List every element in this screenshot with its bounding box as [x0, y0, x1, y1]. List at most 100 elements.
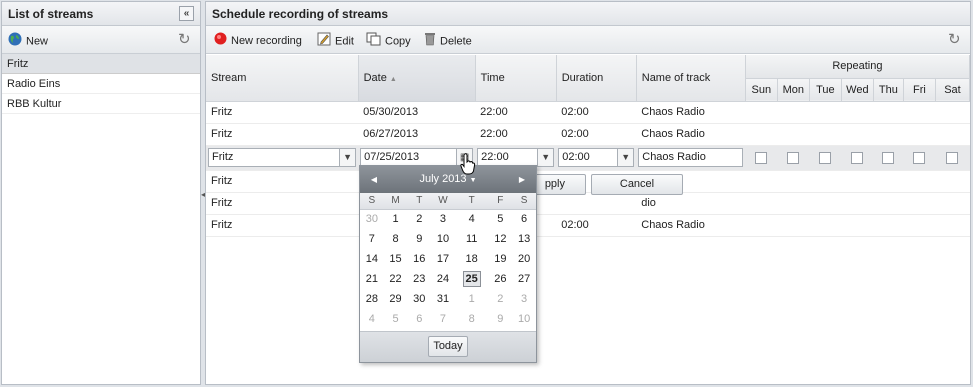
- calendar-day[interactable]: 21: [360, 269, 384, 289]
- month-dropdown-icon[interactable]: ▼: [470, 177, 477, 184]
- calendar-day[interactable]: 23: [407, 269, 431, 289]
- repeat-thu-checkbox[interactable]: [882, 151, 895, 164]
- column-header-fri[interactable]: Fri: [903, 78, 936, 102]
- calendar-day[interactable]: 7: [360, 229, 384, 249]
- calendar-day-label: 1: [468, 293, 475, 305]
- calendar-day[interactable]: 4: [455, 209, 489, 229]
- calendar-day[interactable]: 16: [407, 249, 431, 269]
- stream-item-rbb-kultur[interactable]: RBB Kultur: [2, 94, 200, 114]
- calendar-day-label: 16: [413, 253, 426, 265]
- chevron-down-icon[interactable]: ▼: [537, 149, 554, 166]
- stream-item-fritz[interactable]: Fritz: [2, 54, 200, 74]
- calendar-day[interactable]: 15: [384, 249, 408, 269]
- repeat-fri-checkbox[interactable]: [913, 151, 926, 164]
- calendar-day[interactable]: 20: [512, 249, 536, 269]
- calendar-day[interactable]: 25: [455, 269, 489, 289]
- column-header-sun[interactable]: Sun: [745, 78, 778, 102]
- calendar-day[interactable]: 2: [407, 209, 431, 229]
- calendar-day[interactable]: 3: [431, 209, 455, 229]
- calendar-day[interactable]: 9: [489, 309, 513, 329]
- duration-select[interactable]: 02:00 ▼: [558, 148, 635, 167]
- calendar-day-label: 8: [468, 313, 475, 325]
- cell-track: Chaos Radio: [636, 101, 746, 124]
- today-button[interactable]: Today: [428, 336, 468, 357]
- calendar-day[interactable]: 13: [512, 229, 536, 249]
- calendar-day[interactable]: 10: [431, 229, 455, 249]
- calendar-day[interactable]: 30: [360, 209, 384, 229]
- calendar-day[interactable]: 19: [489, 249, 513, 269]
- edit-button[interactable]: Edit: [317, 32, 354, 48]
- new-stream-button[interactable]: New: [8, 32, 48, 48]
- calendar-day[interactable]: 14: [360, 249, 384, 269]
- cell-duration: 02:00: [556, 123, 637, 146]
- repeat-mon-checkbox[interactable]: [787, 151, 800, 164]
- calendar-day[interactable]: 30: [407, 289, 431, 309]
- calendar-day[interactable]: 11: [455, 229, 489, 249]
- calendar-day[interactable]: 6: [512, 209, 536, 229]
- table-row[interactable]: Fritz dio: [206, 192, 970, 215]
- column-header-thu[interactable]: Thu: [873, 78, 904, 102]
- table-row[interactable]: Fritz 06/27/2013 22:00 02:00 Chaos Radio: [206, 123, 970, 146]
- calendar-day[interactable]: 28: [360, 289, 384, 309]
- calendar-day[interactable]: 2: [489, 289, 513, 309]
- calendar-day[interactable]: 18: [455, 249, 489, 269]
- calendar-day[interactable]: 29: [384, 289, 408, 309]
- column-header-mon[interactable]: Mon: [777, 78, 810, 102]
- calendar-day[interactable]: 12: [489, 229, 513, 249]
- column-header-wed[interactable]: Wed: [841, 78, 874, 102]
- column-header-date[interactable]: Date ▲: [358, 55, 476, 102]
- calendar-day[interactable]: 6: [407, 309, 431, 329]
- date-picker-header: ◀ July 2013 ▼ ▶: [360, 166, 536, 193]
- refresh-icon[interactable]: ↻: [178, 30, 191, 48]
- track-name-input[interactable]: Chaos Radio: [638, 148, 744, 167]
- chevron-down-icon[interactable]: ▼: [339, 149, 356, 166]
- calendar-day-label: 11: [465, 233, 478, 245]
- trash-icon: [424, 32, 436, 51]
- column-header-sat[interactable]: Sat: [935, 78, 971, 102]
- table-row[interactable]: Fritz 02:00 Chaos Radio: [206, 214, 970, 237]
- chevron-down-icon[interactable]: ▼: [617, 149, 634, 166]
- calendar-day[interactable]: 4: [360, 309, 384, 329]
- calendar-day[interactable]: 10: [512, 309, 536, 329]
- calendar-day[interactable]: 8: [455, 309, 489, 329]
- table-row[interactable]: Fritz 05/30/2013 22:00 02:00 Chaos Radio: [206, 101, 970, 124]
- column-header-duration[interactable]: Duration: [556, 55, 637, 102]
- cancel-button[interactable]: Cancel: [591, 174, 683, 195]
- repeat-wed-checkbox[interactable]: [851, 151, 864, 164]
- column-header-tue[interactable]: Tue: [809, 78, 842, 102]
- calendar-day[interactable]: 24: [431, 269, 455, 289]
- calendar-day[interactable]: 26: [489, 269, 513, 289]
- next-month-icon[interactable]: ▶: [516, 173, 528, 186]
- repeat-sun-checkbox[interactable]: [755, 151, 768, 164]
- calendar-day-label: 3: [521, 293, 528, 305]
- repeat-tue-checkbox[interactable]: [819, 151, 832, 164]
- calendar-day[interactable]: 3: [512, 289, 536, 309]
- calendar-day[interactable]: 8: [384, 229, 408, 249]
- stream-select[interactable]: Fritz ▼: [208, 148, 357, 167]
- column-header-stream[interactable]: Stream: [206, 55, 359, 102]
- calendar-day[interactable]: 31: [431, 289, 455, 309]
- table-row[interactable]: Fritz dio: [206, 170, 970, 193]
- calendar-day[interactable]: 5: [384, 309, 408, 329]
- stream-item-radio-eins[interactable]: Radio Eins: [2, 74, 200, 94]
- column-header-name-of-track[interactable]: Name of track: [636, 55, 746, 102]
- calendar-day[interactable]: 27: [512, 269, 536, 289]
- calendar-day[interactable]: 5: [489, 209, 513, 229]
- prev-month-icon[interactable]: ◀: [368, 173, 380, 186]
- copy-button[interactable]: Copy: [366, 32, 411, 48]
- refresh-icon[interactable]: ↻: [948, 30, 961, 48]
- delete-button[interactable]: Delete: [424, 32, 472, 48]
- calendar-day[interactable]: 9: [407, 229, 431, 249]
- calendar-day[interactable]: 17: [431, 249, 455, 269]
- new-recording-button[interactable]: New recording: [214, 32, 302, 48]
- calendar-day[interactable]: 7: [431, 309, 455, 329]
- calendar-day-label: 1: [392, 213, 399, 226]
- calendar-day[interactable]: 22: [384, 269, 408, 289]
- calendar-day[interactable]: 1: [384, 209, 408, 229]
- column-header-time[interactable]: Time: [475, 55, 557, 102]
- calendar-day[interactable]: 1: [455, 289, 489, 309]
- hand-cursor-icon: [460, 153, 476, 178]
- cell-track: dio: [636, 192, 746, 215]
- collapse-panel-button[interactable]: «: [179, 6, 194, 21]
- repeat-sat-checkbox[interactable]: [946, 151, 959, 164]
